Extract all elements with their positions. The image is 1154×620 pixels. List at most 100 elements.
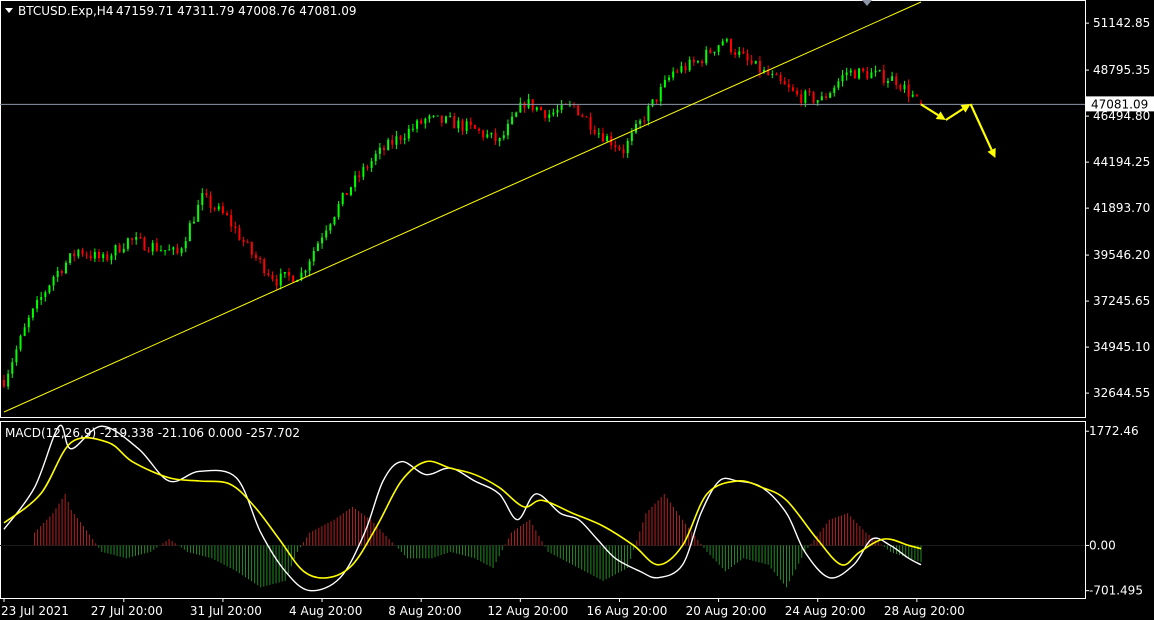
candle-body: [184, 241, 187, 249]
time-tick-label: 12 Aug 20:00: [487, 604, 568, 618]
candle-body: [515, 112, 518, 117]
price-tick-label: 32644.55: [1093, 386, 1150, 400]
candle-body: [11, 362, 14, 374]
candle-body: [746, 53, 749, 61]
candle-body: [3, 380, 5, 387]
candle-body: [201, 193, 204, 205]
symbol-label: BTCUSD.Exp,H4: [18, 4, 113, 18]
candle-body: [321, 237, 324, 244]
candle-body: [44, 292, 47, 297]
candle-body: [254, 254, 257, 259]
candle-body: [754, 60, 757, 64]
candle-body: [416, 120, 419, 129]
candle-body: [556, 109, 559, 113]
candle-body: [399, 136, 402, 140]
candle: [345, 192, 348, 196]
candle-body: [420, 120, 423, 124]
candle-body: [271, 275, 274, 280]
candle-body: [226, 213, 229, 216]
candle-body: [168, 249, 171, 251]
candle-body: [721, 41, 724, 46]
candle-body: [374, 153, 377, 162]
candle-body: [539, 107, 542, 111]
candle-body: [882, 70, 885, 83]
candle-body: [482, 130, 485, 138]
candle-body: [267, 273, 270, 276]
candle-body: [188, 223, 191, 242]
candle-body: [684, 66, 687, 71]
candle-body: [527, 99, 530, 108]
candle-body: [122, 248, 125, 253]
candle-body: [655, 99, 658, 102]
candle-body: [907, 84, 910, 97]
candle-body: [734, 52, 737, 55]
candle-body: [428, 116, 431, 119]
candle-body: [197, 204, 200, 222]
time-tick-label: 31 Jul 20:00: [190, 604, 262, 618]
candle-body: [358, 175, 361, 177]
candle-body: [114, 245, 117, 256]
candle-body: [886, 80, 889, 83]
candle-body: [779, 75, 782, 81]
candle-body: [473, 125, 476, 129]
time-tick-label: 28 Aug 20:00: [884, 604, 965, 618]
candle: [292, 274, 295, 283]
candle-body: [593, 129, 596, 134]
candle-body: [263, 259, 266, 274]
candle: [444, 115, 447, 124]
candle-body: [440, 115, 443, 123]
candle-body: [750, 60, 753, 64]
candle-body: [205, 193, 208, 196]
candle-body: [758, 60, 761, 73]
candle-body: [597, 133, 600, 135]
candle-body: [333, 216, 336, 225]
candle-body: [701, 61, 704, 64]
chart-background: [0, 0, 1154, 620]
candle-body: [213, 207, 216, 210]
candle-body: [250, 242, 253, 255]
time-tick-label: 16 Aug 20:00: [586, 604, 667, 618]
candle: [188, 220, 191, 242]
candle-body: [217, 206, 220, 210]
macd-tick-label: 0.00: [1089, 538, 1116, 552]
candle-body: [614, 145, 617, 148]
candle-body: [837, 81, 840, 88]
candle-body: [713, 51, 716, 53]
candle-body: [903, 84, 906, 90]
candle-body: [502, 135, 505, 139]
candle-body: [391, 139, 394, 145]
candle-body: [283, 272, 286, 274]
candle-body: [663, 79, 666, 87]
candle-body: [651, 99, 654, 106]
candle-body: [341, 192, 344, 205]
candle-body: [275, 279, 278, 286]
candle-body: [449, 116, 452, 118]
candle-body: [775, 73, 778, 76]
candle-body: [259, 258, 262, 260]
candle-body: [209, 195, 212, 208]
candle-body: [453, 116, 456, 129]
candle-body: [585, 116, 588, 118]
price-tick-label: 39546.20: [1093, 248, 1150, 262]
candle-body: [48, 285, 51, 293]
candle-body: [159, 250, 162, 252]
candle-body: [118, 245, 121, 253]
candle-body: [143, 237, 146, 251]
candle-body: [911, 94, 914, 97]
candle-body: [696, 61, 699, 63]
candle-body: [862, 68, 865, 72]
candle-body: [246, 242, 249, 244]
candle-body: [362, 167, 365, 177]
candle-body: [370, 161, 373, 168]
candle-body: [345, 192, 348, 196]
candle-body: [478, 128, 481, 131]
candle-body: [77, 249, 80, 257]
candle-body: [164, 250, 167, 252]
candle-body: [853, 70, 856, 79]
candle-body: [193, 221, 196, 224]
candle-body: [308, 261, 311, 271]
candle-body: [64, 262, 67, 274]
candle-body: [796, 90, 799, 95]
candle-body: [845, 72, 848, 76]
candle-body: [581, 115, 584, 117]
